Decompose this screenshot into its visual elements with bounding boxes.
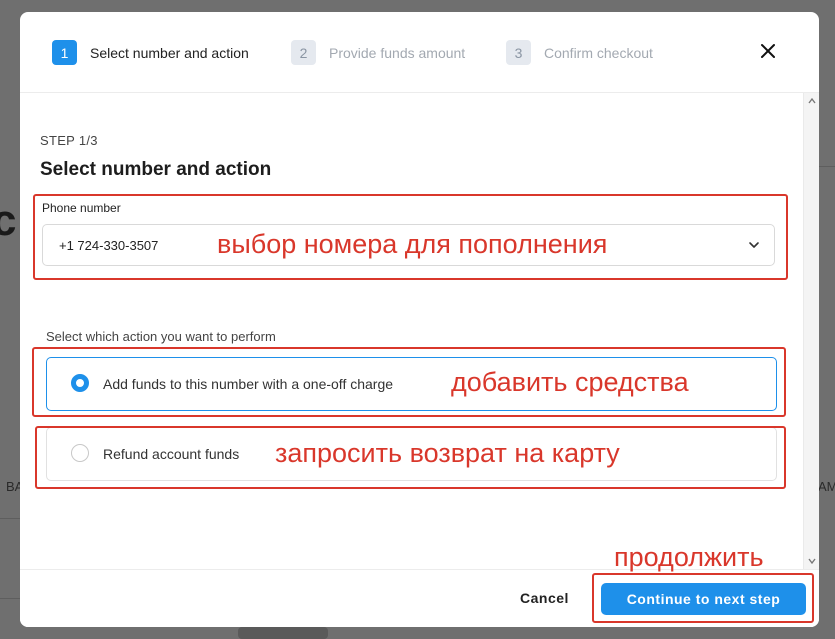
annotation-refund: запросить возврат на карту <box>275 438 620 468</box>
page-title: Select number and action <box>40 159 272 180</box>
scrollbar[interactable] <box>803 93 819 569</box>
step-number: 2 <box>291 40 316 65</box>
annotation-box-continue <box>592 573 814 623</box>
background-divider <box>819 166 835 167</box>
annotation-phone: выбор номера для пополнения <box>217 229 608 259</box>
background-partial-label-right: AM <box>818 479 835 494</box>
close-button[interactable] <box>757 40 779 62</box>
checkout-modal: 1 Select number and action 2 Provide fun… <box>20 12 819 627</box>
close-icon <box>761 44 775 58</box>
modal-content: STEP 1/3 Select number and action Phone … <box>20 93 803 569</box>
step-label: Confirm checkout <box>544 44 653 61</box>
step-label: Select number and action <box>90 44 249 61</box>
step-number: 3 <box>506 40 531 65</box>
step-number: 1 <box>52 40 77 65</box>
scroll-down-icon[interactable] <box>807 556 817 566</box>
action-prompt: Select which action you want to perform <box>46 329 276 344</box>
background-partial-heading: c <box>0 196 17 245</box>
stepper: 1 Select number and action 2 Provide fun… <box>20 12 819 93</box>
annotation-continue: продолжить <box>614 542 764 572</box>
step-kicker: STEP 1/3 <box>40 133 98 148</box>
background-button <box>238 627 328 639</box>
step-3: 3 Confirm checkout <box>506 40 653 65</box>
background-divider <box>0 518 20 519</box>
cancel-button[interactable]: Cancel <box>520 590 569 606</box>
scroll-up-icon[interactable] <box>807 96 817 106</box>
background-divider <box>0 598 20 599</box>
step-label: Provide funds amount <box>329 44 466 61</box>
step-1: 1 Select number and action <box>52 40 249 65</box>
annotation-add-funds: добавить средства <box>451 367 689 397</box>
step-2: 2 Provide funds amount <box>291 40 465 65</box>
